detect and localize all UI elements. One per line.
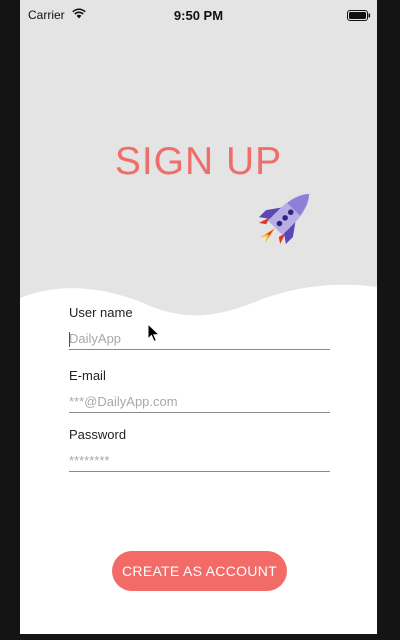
password-input[interactable]: [69, 449, 330, 472]
password-label: Password: [69, 427, 127, 442]
rocket-icon: [258, 193, 310, 245]
email-input[interactable]: [69, 390, 330, 413]
status-bar: Carrier 9:50 PM: [20, 0, 377, 30]
page-title: SIGN UP: [114, 140, 283, 183]
mouse-pointer-icon: [147, 323, 161, 343]
password-field-group: Password: [69, 427, 330, 472]
text-caret: [69, 332, 70, 347]
status-time: 9:50 PM: [173, 8, 224, 23]
username-label: User name: [69, 305, 133, 320]
device-bezel-left: [0, 0, 20, 640]
device-bezel-right: [377, 0, 400, 640]
battery-icon: [347, 10, 371, 21]
device-frame: Carrier 9:50 PM SIGN UP User name DailyA…: [0, 0, 400, 640]
device-bezel-bottom: [0, 634, 400, 640]
username-field-group: User name: [69, 305, 330, 350]
create-account-button[interactable]: CREATE AS ACCOUNT: [112, 551, 287, 591]
username-input[interactable]: [69, 327, 330, 350]
email-label: E-mail: [69, 368, 106, 383]
email-field-group: E-mail: [69, 368, 330, 413]
app-screen: Carrier 9:50 PM SIGN UP User name DailyA…: [20, 0, 377, 634]
